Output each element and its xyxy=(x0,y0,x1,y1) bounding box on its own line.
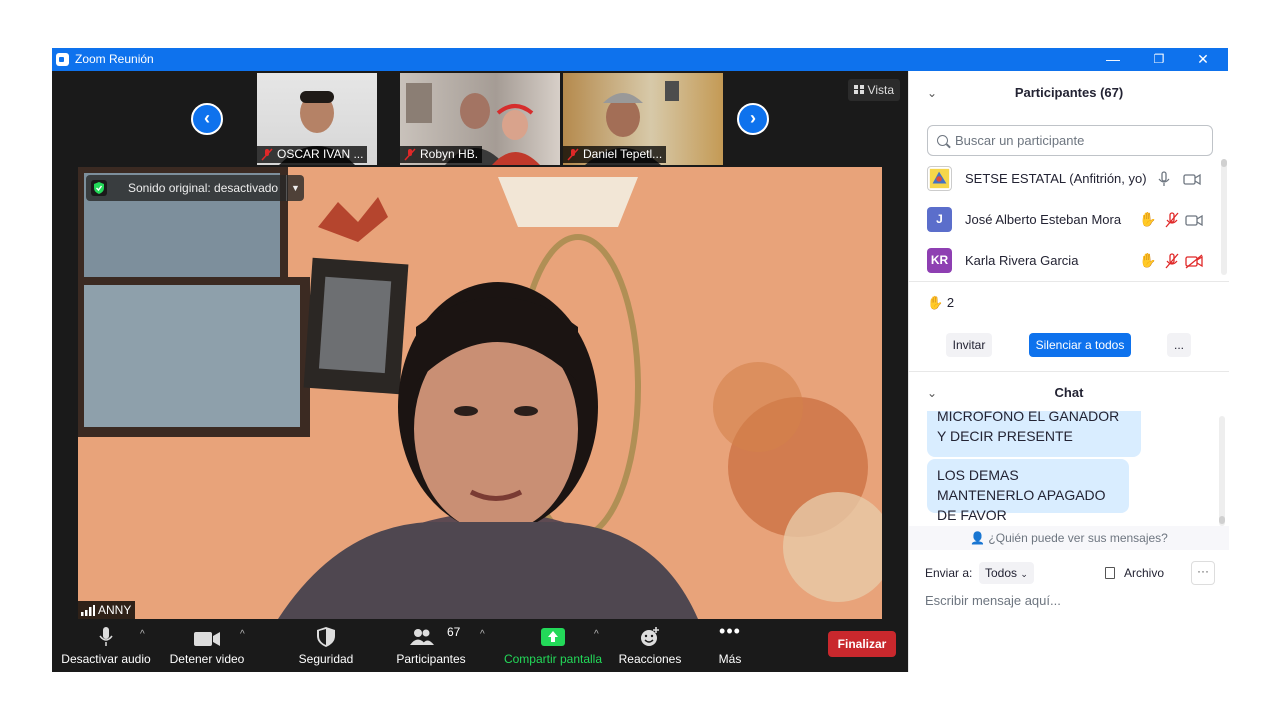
video-camera-icon xyxy=(194,632,220,646)
thumbnail-name: OSCAR IVAN ... xyxy=(257,146,368,163)
avatar: J xyxy=(927,207,952,232)
more-button[interactable]: ••• Más xyxy=(700,619,760,672)
muted-mic-icon xyxy=(567,148,579,161)
participants-options-chevron-icon[interactable]: ^ xyxy=(480,629,485,640)
divider xyxy=(909,281,1229,282)
chat-scrollbar[interactable] xyxy=(1219,416,1225,526)
video-camera-icon[interactable] xyxy=(1185,211,1203,229)
avatar xyxy=(927,166,952,191)
grid-view-icon xyxy=(853,85,864,94)
participants-header: ⌄ Participantes (67) xyxy=(909,71,1229,115)
chevron-down-icon: ⌄ xyxy=(1020,569,1028,579)
chat-header: ⌄ Chat xyxy=(909,371,1229,415)
shield-icon xyxy=(317,627,335,647)
file-button[interactable]: Archivo xyxy=(1105,566,1164,580)
mute-all-button[interactable]: Silenciar a todos xyxy=(1029,333,1131,357)
thumbnail-strip: ‹ OSCAR IVAN ... Robyn HB. Daniel Tepetl… xyxy=(52,71,908,167)
smiley-plus-icon xyxy=(641,627,659,646)
active-speaker-video: Sonido original: desactivado ▼ ANNY xyxy=(78,167,882,619)
participants-title: Participantes (67) xyxy=(1014,85,1124,100)
participants-button[interactable]: 67 Participantes xyxy=(386,619,476,672)
collapse-chevron-icon[interactable]: ⌄ xyxy=(927,71,937,115)
close-icon[interactable]: ✕ xyxy=(1180,48,1226,71)
restore-icon[interactable]: ❐ xyxy=(1136,48,1182,71)
file-icon xyxy=(1105,567,1115,579)
signal-bars-icon xyxy=(81,605,95,616)
encryption-shield-icon xyxy=(91,180,107,196)
share-screen-button[interactable]: Compartir pantalla xyxy=(500,619,606,672)
reactions-button[interactable]: Reacciones xyxy=(614,619,686,672)
muted-mic-icon[interactable] xyxy=(1163,211,1181,229)
participant-row[interactable]: SETSE ESTATAL (Anfitrión, yo) xyxy=(909,159,1219,199)
previous-page-icon[interactable]: ‹ xyxy=(191,103,223,135)
collapse-chevron-icon[interactable]: ⌄ xyxy=(927,371,937,415)
participants-scrollbar-thumb[interactable] xyxy=(1221,159,1227,167)
chat-message: MICROFONO EL GANADOR Y DECIR PRESENTE xyxy=(927,411,1141,457)
minimize-icon[interactable]: — xyxy=(1090,48,1136,71)
original-sound-label: Sonido original: desactivado xyxy=(128,181,279,195)
send-to-row: Enviar a: Todos ⌄ Archivo ··· xyxy=(909,560,1229,588)
participant-thumbnail[interactable]: Daniel Tepetl... xyxy=(563,73,723,165)
raised-hand-icon: ✋ xyxy=(1139,211,1157,227)
participants-count-badge: 67 xyxy=(447,625,461,639)
chat-message: LOS DEMAS MANTENERLO APAGADO DE FAVOR xyxy=(927,459,1129,523)
speaker-name-tag: ANNY xyxy=(78,601,136,619)
audio-options-chevron-icon[interactable]: ^ xyxy=(140,629,145,640)
invite-button[interactable]: Invitar xyxy=(946,333,992,357)
chat-scrollbar-thumb[interactable] xyxy=(1219,516,1225,524)
chat-message-input[interactable]: Escribir mensaje aquí... xyxy=(925,593,1061,608)
muted-mic-icon xyxy=(261,148,273,161)
video-off-icon[interactable] xyxy=(1185,252,1203,270)
video-area: ‹ OSCAR IVAN ... Robyn HB. Daniel Tepetl… xyxy=(52,71,908,672)
title-bar: Zoom Reunión — ❐ ✕ xyxy=(52,48,1228,71)
meeting-toolbar: Desactivar audio ^ Detener video ^ Segur… xyxy=(52,619,908,672)
participants-scrollbar[interactable] xyxy=(1221,159,1227,275)
zoom-app-icon xyxy=(56,53,69,66)
participant-row[interactable]: KR Karla Rivera Garcia ✋ xyxy=(909,241,1219,281)
send-to-label: Enviar a: xyxy=(925,566,973,580)
microphone-icon xyxy=(99,627,113,646)
original-sound-indicator[interactable]: Sonido original: desactivado ▼ xyxy=(86,175,304,201)
person-icon: 👤 xyxy=(970,531,986,545)
zoom-window: Zoom Reunión — ❐ ✕ ‹ OSCAR IVAN ... Roby… xyxy=(52,48,1229,672)
participant-search-input[interactable]: Buscar un participante xyxy=(927,125,1213,156)
chat-more-icon[interactable]: ··· xyxy=(1191,561,1215,585)
raised-hands-count: ✋ 2 xyxy=(927,295,955,310)
share-screen-icon xyxy=(541,628,565,646)
video-camera-icon[interactable] xyxy=(1183,170,1201,188)
stop-video-button[interactable]: Detener video xyxy=(162,619,252,672)
mute-audio-button[interactable]: Desactivar audio xyxy=(58,619,154,672)
search-icon xyxy=(937,135,948,146)
chevron-down-icon[interactable]: ▼ xyxy=(286,175,304,201)
video-options-chevron-icon[interactable]: ^ xyxy=(240,629,245,640)
window-title: Zoom Reunión xyxy=(75,52,154,66)
speaker-video-frame xyxy=(78,167,882,619)
muted-mic-icon xyxy=(404,148,416,161)
chat-title: Chat xyxy=(1054,385,1084,400)
participants-icon xyxy=(410,629,434,645)
side-panel: ⌄ Participantes (67) Buscar un participa… xyxy=(908,71,1229,672)
thumbnail-name: Robyn HB. xyxy=(400,146,483,163)
recipient-dropdown[interactable]: Todos ⌄ xyxy=(979,562,1034,584)
view-button[interactable]: Vista xyxy=(847,79,900,101)
share-options-chevron-icon[interactable]: ^ xyxy=(594,629,599,640)
participant-thumbnail[interactable]: OSCAR IVAN ... xyxy=(257,73,377,165)
avatar: KR xyxy=(927,248,952,273)
participant-row[interactable]: J José Alberto Esteban Mora ✋ xyxy=(909,200,1219,240)
muted-mic-icon[interactable] xyxy=(1163,252,1181,270)
message-visibility-link[interactable]: 👤 ¿Quién puede ver sus mensajes? xyxy=(909,526,1229,550)
chat-messages: MICROFONO EL GANADOR Y DECIR PRESENTE LO… xyxy=(909,411,1229,526)
raised-hand-icon: ✋ xyxy=(1139,252,1157,268)
raised-hand-icon: ✋ xyxy=(927,295,944,310)
end-meeting-button[interactable]: Finalizar xyxy=(828,631,896,657)
microphone-icon[interactable] xyxy=(1155,170,1173,188)
security-button[interactable]: Seguridad xyxy=(286,619,366,672)
participant-list: SETSE ESTATAL (Anfitrión, yo) J José Alb… xyxy=(909,159,1229,279)
participant-thumbnail[interactable]: Robyn HB. xyxy=(400,73,560,165)
next-page-icon[interactable]: › xyxy=(737,103,769,135)
thumbnail-name: Daniel Tepetl... xyxy=(563,146,667,163)
ellipsis-icon: ••• xyxy=(719,621,741,641)
more-options-button[interactable]: ... xyxy=(1167,333,1191,357)
